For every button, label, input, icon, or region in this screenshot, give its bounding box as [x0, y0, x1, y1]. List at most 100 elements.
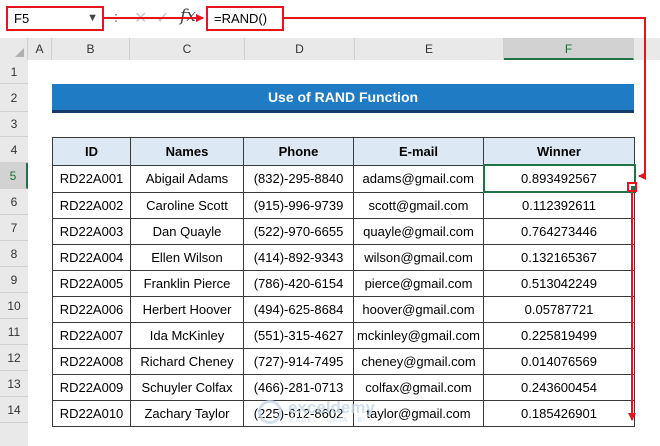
table-cell-id[interactable]: RD22A008 [52, 348, 131, 375]
column-title-e-mail: E-mail [353, 137, 484, 166]
table-row: RD22A003 Dan Quayle (522)-970-6655 quayle@g… [52, 218, 635, 245]
table-cell-phone[interactable]: (832)-295-8840 [243, 164, 354, 193]
table-header-row: ID Names Phone E-mail Winner [52, 137, 635, 166]
name-box-value: F5 [14, 11, 30, 26]
name-box[interactable]: F5 ▼ [6, 6, 104, 31]
table-cell-winner[interactable]: 0.243600454 [483, 374, 635, 401]
column-title-phone: Phone [243, 137, 354, 166]
table-cell-winner[interactable]: 0.112392611 [483, 191, 635, 219]
table-cell-names[interactable]: Franklin Pierce [130, 270, 244, 297]
table-cell-e-mail[interactable]: quayle@gmail.com [353, 218, 484, 245]
row-header-9[interactable]: 9 [0, 267, 28, 293]
cancel-icon[interactable]: ✕ [134, 8, 147, 28]
table-title: Use of RAND Function [52, 84, 634, 113]
table-cell-phone[interactable]: (551)-315-4627 [243, 322, 354, 349]
table-row: RD22A007 Ida McKinley (551)-315-4627 mckinl… [52, 322, 635, 349]
table-row: RD22A009 Schuyler Colfax (466)-281-0713 col… [52, 374, 635, 401]
watermark-word: exceldemy [288, 398, 375, 417]
table-cell-names[interactable]: Dan Quayle [130, 218, 244, 245]
table-row: RD22A001 Abigail Adams (832)-295-8840 adams… [52, 164, 636, 193]
row-header-1[interactable]: 1 [0, 60, 28, 84]
table-cell-names[interactable]: Abigail Adams [130, 164, 244, 193]
row-header-12[interactable]: 12 [0, 345, 28, 371]
table-cell-names[interactable]: Ida McKinley [130, 322, 244, 349]
table-cell-id[interactable]: RD22A004 [52, 244, 131, 271]
table-cell-winner[interactable]: 0.893492567 [482, 164, 636, 193]
row-header-5[interactable]: 5 [0, 163, 28, 189]
column-header-e[interactable]: E [355, 38, 504, 60]
table-cell-winner[interactable]: 0.014076569 [483, 348, 635, 375]
table-cell-phone[interactable]: (786)-420-6154 [243, 270, 354, 297]
row-header-6[interactable]: 6 [0, 189, 28, 215]
table-row: RD22A004 Ellen Wilson (414)-892-9343 wilson… [52, 244, 635, 271]
table-cell-id[interactable]: RD22A006 [52, 296, 131, 323]
row-header-2[interactable]: 2 [0, 84, 28, 112]
table-cell-winner[interactable]: 0.225819499 [483, 322, 635, 349]
row-header-4[interactable]: 4 [0, 137, 28, 163]
table-cell-phone[interactable]: (915)-996-9739 [243, 191, 354, 219]
table-row: RD22A008 Richard Cheney (727)-914-7495 chen… [52, 348, 635, 375]
table-cell-e-mail[interactable]: hoover@gmail.com [353, 296, 484, 323]
table-cell-id[interactable]: RD22A003 [52, 218, 131, 245]
table-cell-id[interactable]: RD22A007 [52, 322, 131, 349]
table-cell-names[interactable]: Caroline Scott [130, 191, 244, 219]
select-all-icon [15, 48, 24, 57]
table-cell-winner[interactable]: 0.764273446 [483, 218, 635, 245]
table-cell-phone[interactable]: (414)-892-9343 [243, 244, 354, 271]
table-cell-names[interactable]: Schuyler Colfax [130, 374, 244, 401]
column-header-b[interactable]: B [52, 38, 130, 60]
row-header-11[interactable]: 11 [0, 319, 28, 345]
table-cell-phone[interactable]: (727)-914-7495 [243, 348, 354, 375]
table-cell-winner[interactable]: 0.05787721 [483, 296, 635, 323]
table-cell-id[interactable]: RD22A002 [52, 191, 131, 219]
formula-input[interactable]: =RAND() [206, 6, 284, 31]
exceldemy-logo-icon [258, 400, 282, 424]
formula-bar-separator: : [114, 9, 119, 26]
table-cell-names[interactable]: Richard Cheney [130, 348, 244, 375]
insert-function-icon[interactable]: fx [180, 6, 196, 26]
column-header-a[interactable]: A [28, 38, 52, 60]
table-cell-winner[interactable]: 0.185426901 [483, 400, 635, 427]
row-header-7[interactable]: 7 [0, 215, 28, 241]
data-table: ID Names Phone E-mail Winner RD22A001 Abigail… [52, 137, 636, 427]
table-cell-e-mail[interactable]: wilson@gmail.com [353, 244, 484, 271]
table-cell-names[interactable]: Zachary Taylor [130, 400, 244, 427]
table-cell-id[interactable]: RD22A010 [52, 400, 131, 427]
column-header-c[interactable]: C [130, 38, 245, 60]
table-row: RD22A002 Caroline Scott (915)-996-9739 scot… [52, 191, 635, 219]
enter-icon[interactable]: ✓ [156, 8, 169, 28]
row-header-3[interactable]: 3 [0, 112, 28, 137]
column-headers: ABCDEF [0, 38, 660, 61]
column-title-winner: Winner [483, 137, 635, 166]
table-cell-e-mail[interactable]: scott@gmail.com [353, 191, 484, 219]
table-cell-winner[interactable]: 0.132165367 [483, 244, 635, 271]
table-cell-id[interactable]: RD22A005 [52, 270, 131, 297]
table-cell-phone[interactable]: (494)-625-8684 [243, 296, 354, 323]
column-header-f[interactable]: F [504, 38, 634, 60]
table-cell-id[interactable]: RD22A009 [52, 374, 131, 401]
table-cell-e-mail[interactable]: cheney@gmail.com [353, 348, 484, 375]
table-cell-phone[interactable]: (466)-281-0713 [243, 374, 354, 401]
column-header-d[interactable]: D [245, 38, 355, 60]
row-headers: 1 2 3 4 5 6 7 8 9 10 11 12 13 14 [0, 60, 29, 446]
table-cell-names[interactable]: Herbert Hoover [130, 296, 244, 323]
table-row: RD22A006 Herbert Hoover (494)-625-8684 hoov… [52, 296, 635, 323]
table-cell-e-mail[interactable]: adams@gmail.com [353, 164, 484, 193]
table-cell-names[interactable]: Ellen Wilson [130, 244, 244, 271]
table-cell-phone[interactable]: (522)-970-6655 [243, 218, 354, 245]
select-all-corner[interactable] [0, 38, 28, 60]
column-title-id: ID [52, 137, 131, 166]
table-cell-e-mail[interactable]: mckinley@gmail.com [353, 322, 484, 349]
table-cell-winner[interactable]: 0.513042249 [483, 270, 635, 297]
table-cell-e-mail[interactable]: colfax@gmail.com [353, 374, 484, 401]
row-header-10[interactable]: 10 [0, 293, 28, 319]
watermark: exceldemy EXCEL · DATA · BI [258, 398, 388, 428]
table-cell-id[interactable]: RD22A001 [52, 164, 131, 193]
row-header-8[interactable]: 8 [0, 241, 28, 267]
chevron-down-icon[interactable]: ▼ [87, 8, 98, 29]
fill-handle[interactable] [627, 182, 637, 192]
row-header-14[interactable]: 14 [0, 397, 28, 423]
row-header-13[interactable]: 13 [0, 371, 28, 397]
table-cell-e-mail[interactable]: pierce@gmail.com [353, 270, 484, 297]
fill-handle-dot [631, 186, 635, 190]
